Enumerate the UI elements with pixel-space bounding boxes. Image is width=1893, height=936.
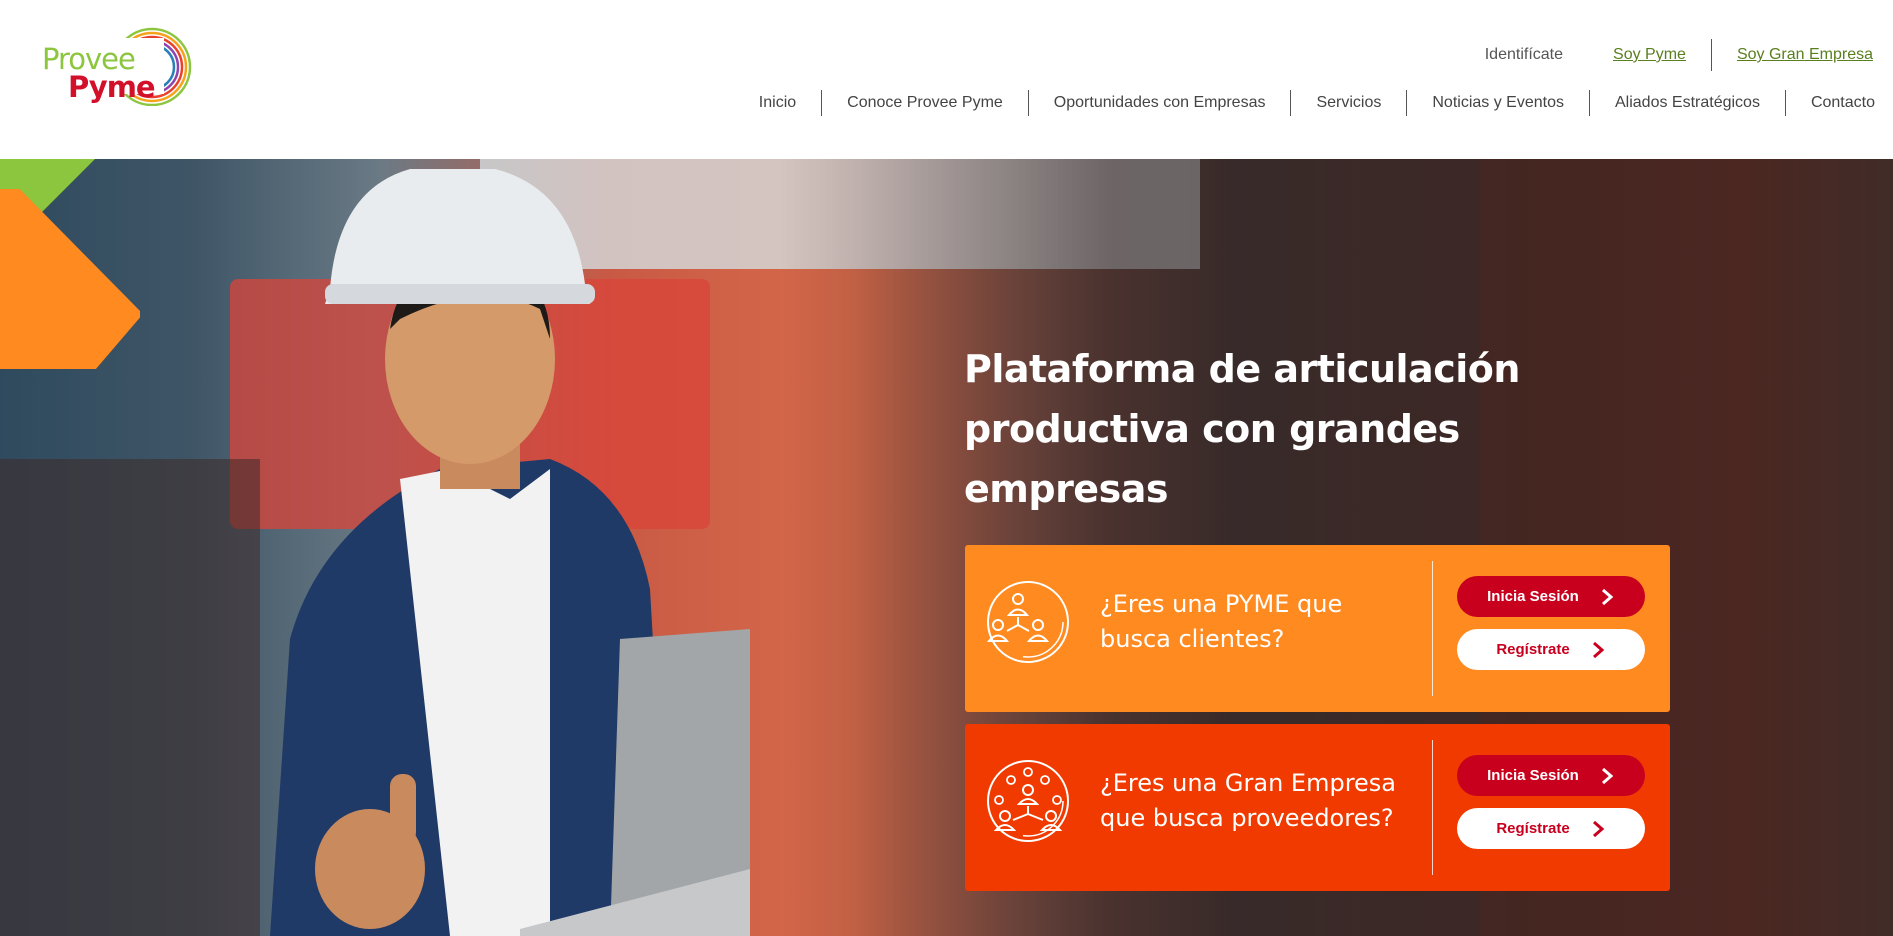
nav-item-servicios[interactable]: Servicios xyxy=(1290,90,1406,116)
engineer-photo xyxy=(270,169,750,936)
pyme-register-button[interactable]: Regístrate xyxy=(1457,629,1645,670)
large-network-icon xyxy=(987,760,1069,842)
soy-gran-empresa-link[interactable]: Soy Gran Empresa xyxy=(1737,46,1873,64)
hero-headline: Plataforma de articulación productiva co… xyxy=(964,347,1520,511)
nav-item-aliados[interactable]: Aliados Estratégicos xyxy=(1588,90,1785,116)
nav-item-noticias[interactable]: Noticias y Eventos xyxy=(1406,90,1589,116)
chevron-right-icon xyxy=(1601,767,1614,784)
soy-pyme-link[interactable]: Soy Pyme xyxy=(1613,46,1686,64)
top-links: Identifícate Soy Pyme Soy Gran Empresa xyxy=(1485,39,1873,71)
logo-text-pyme: Pyme xyxy=(68,70,156,104)
people-network-icon xyxy=(986,581,1069,663)
pyme-login-button[interactable]: Inicia Sesión xyxy=(1457,576,1645,617)
orange-triangle-decoration xyxy=(0,189,140,369)
gran-empresa-register-button[interactable]: Regístrate xyxy=(1457,808,1645,849)
pyme-question: ¿Eres una PYME que busca clientes? xyxy=(1100,590,1343,653)
identificate-link[interactable]: Identifícate xyxy=(1485,46,1563,64)
nav-item-inicio[interactable]: Inicio xyxy=(734,90,821,116)
chevron-right-icon xyxy=(1592,641,1604,658)
gran-empresa-login-button[interactable]: Inicia Sesión xyxy=(1457,755,1645,796)
nav-item-contacto[interactable]: Contacto xyxy=(1784,90,1875,116)
card-divider xyxy=(1432,740,1433,875)
main-nav: Inicio Conoce Provee Pyme Oportunidades … xyxy=(734,90,1875,116)
gran-empresa-question: ¿Eres una Gran Empresa que busca proveed… xyxy=(1100,769,1397,832)
nav-item-oportunidades[interactable]: Oportunidades con Empresas xyxy=(1027,90,1291,116)
gran-empresa-login-label: Inicia Sesión xyxy=(1487,767,1579,784)
chevron-right-icon xyxy=(1601,588,1614,605)
chevron-right-icon xyxy=(1592,820,1604,837)
pyme-register-label: Regístrate xyxy=(1496,641,1570,658)
pyme-login-label: Inicia Sesión xyxy=(1487,588,1579,605)
card-divider xyxy=(1432,561,1433,696)
site-header: Provee Pyme Identifícate Soy Pyme Soy Gr… xyxy=(0,0,1893,159)
hero-background-left xyxy=(0,459,260,936)
provee-pyme-logo[interactable]: Provee Pyme xyxy=(38,24,198,124)
gran-empresa-card: ¿Eres una Gran Empresa que busca proveed… xyxy=(965,724,1670,891)
pyme-card: ¿Eres una PYME que busca clientes? Inici… xyxy=(965,545,1670,712)
nav-item-conoce[interactable]: Conoce Provee Pyme xyxy=(821,90,1028,116)
top-links-divider xyxy=(1710,39,1712,71)
gran-empresa-register-label: Regístrate xyxy=(1496,820,1570,837)
